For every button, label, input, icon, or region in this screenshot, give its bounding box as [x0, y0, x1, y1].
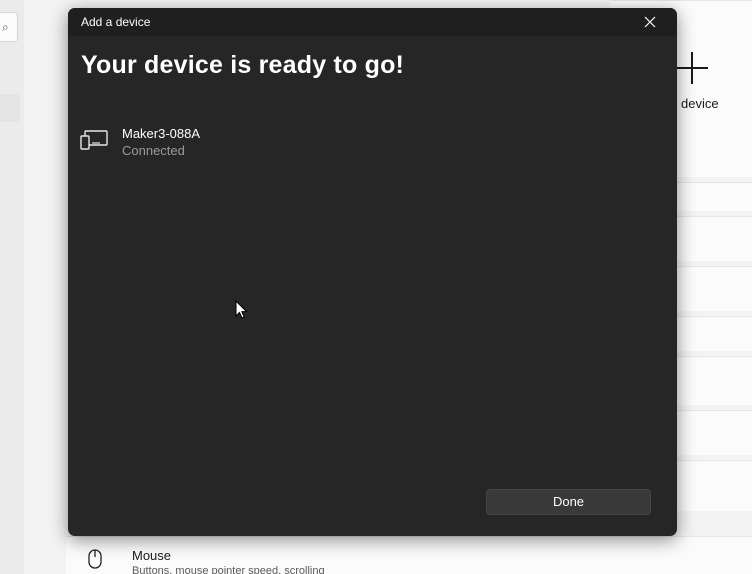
mouse-icon	[88, 549, 102, 569]
settings-search-box[interactable]: ⌕	[0, 12, 18, 42]
close-button[interactable]	[637, 11, 663, 33]
add-device-dialog: Add a device Your device is ready to go!…	[68, 8, 677, 536]
dialog-heading: Your device is ready to go!	[81, 51, 405, 79]
plus-icon[interactable]	[676, 52, 708, 84]
settings-sidebar: ⌕	[0, 0, 24, 574]
close-icon	[644, 16, 656, 28]
device-status: Connected	[122, 143, 185, 158]
mouse-row-title: Mouse	[132, 548, 172, 563]
dialog-title: Add a device	[81, 15, 151, 29]
done-button[interactable]: Done	[486, 489, 651, 515]
mouse-settings-row[interactable]: Mouse Buttons, mouse pointer speed, scro…	[66, 536, 752, 574]
device-list-item[interactable]: Maker3-088A Connected	[78, 124, 378, 164]
display-device-icon	[80, 130, 108, 150]
device-name: Maker3-088A	[122, 126, 201, 141]
dialog-titlebar: Add a device	[68, 8, 677, 36]
sidebar-selected-item[interactable]	[0, 94, 20, 122]
mouse-row-subtitle: Buttons, mouse pointer speed, scrolling	[132, 565, 325, 574]
add-device-label[interactable]: device	[681, 96, 719, 111]
mouse-pointer-icon	[235, 299, 249, 320]
